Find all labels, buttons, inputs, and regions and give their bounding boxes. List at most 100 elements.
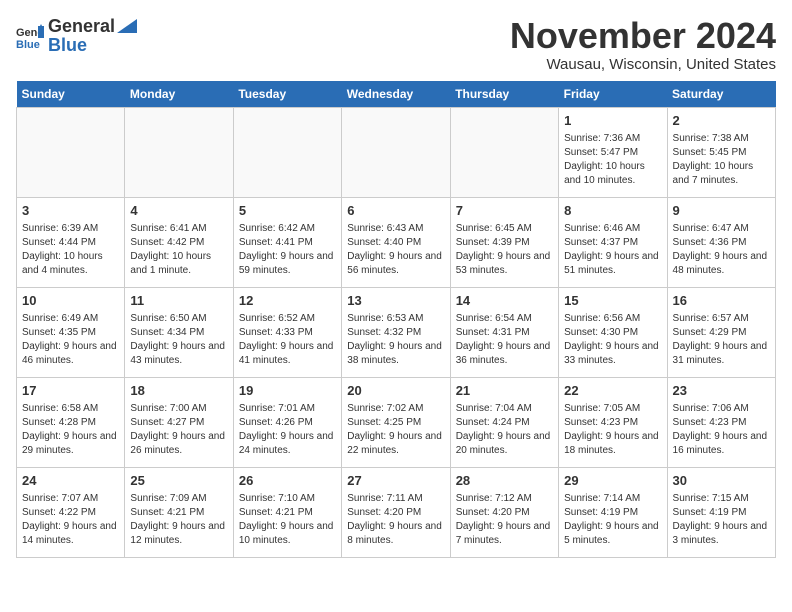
day-info: Sunrise: 6:43 AM Sunset: 4:40 PM Dayligh…: [347, 222, 444, 278]
day-info: Sunrise: 7:01 AM Sunset: 4:26 PM Dayligh…: [239, 402, 336, 458]
day-number: 1: [564, 112, 661, 130]
cell-1-0: 3 Sunrise: 6:39 AM Sunset: 4:44 PM Daylig…: [17, 197, 125, 287]
calendar-body: 1 Sunrise: 7:36 AM Sunset: 5:47 PM Daylig…: [17, 107, 776, 557]
day-info: Sunrise: 6:56 AM Sunset: 4:30 PM Dayligh…: [564, 312, 661, 368]
logo-general: General: [48, 16, 115, 37]
day-info: Sunrise: 6:45 AM Sunset: 4:39 PM Dayligh…: [456, 222, 553, 278]
cell-4-1: 25 Sunrise: 7:09 AM Sunset: 4:21 PM Dayli…: [125, 467, 233, 557]
day-info: Sunrise: 6:54 AM Sunset: 4:31 PM Dayligh…: [456, 312, 553, 368]
day-number: 11: [130, 292, 227, 310]
cell-1-5: 8Sunrise: 6:46 AM Sunset: 4:37 PM Daylig…: [559, 197, 667, 287]
day-info: Sunrise: 6:39 AM Sunset: 4:44 PM Dayligh…: [22, 222, 119, 278]
cell-0-5: 1 Sunrise: 7:36 AM Sunset: 5:47 PM Daylig…: [559, 107, 667, 197]
day-info: Sunrise: 6:57 AM Sunset: 4:29 PM Dayligh…: [673, 312, 770, 368]
day-number: 30: [673, 472, 770, 490]
day-number: 17: [22, 382, 119, 400]
day-info: Sunrise: 7:09 AM Sunset: 4:21 PM Dayligh…: [130, 492, 227, 548]
day-info: Sunrise: 6:47 AM Sunset: 4:36 PM Dayligh…: [673, 222, 770, 278]
logo: General Blue General Blue: [16, 16, 137, 56]
header-row: Sunday Monday Tuesday Wednesday Thursday…: [17, 81, 776, 108]
day-number: 16: [673, 292, 770, 310]
day-number: 5: [239, 202, 336, 220]
day-info: Sunrise: 6:58 AM Sunset: 4:28 PM Dayligh…: [22, 402, 119, 458]
day-number: 19: [239, 382, 336, 400]
col-thursday: Thursday: [450, 81, 558, 108]
cell-2-3: 13 Sunrise: 6:53 AM Sunset: 4:32 PM Dayli…: [342, 287, 450, 377]
cell-3-5: 22Sunrise: 7:05 AM Sunset: 4:23 PM Dayli…: [559, 377, 667, 467]
day-number: 23: [673, 382, 770, 400]
day-number: 15: [564, 292, 661, 310]
day-number: 10: [22, 292, 119, 310]
day-number: 7: [456, 202, 553, 220]
day-number: 3: [22, 202, 119, 220]
day-info: Sunrise: 6:49 AM Sunset: 4:35 PM Dayligh…: [22, 312, 119, 368]
day-info: Sunrise: 7:07 AM Sunset: 4:22 PM Dayligh…: [22, 492, 119, 548]
cell-2-1: 11Sunrise: 6:50 AM Sunset: 4:34 PM Dayli…: [125, 287, 233, 377]
day-number: 26: [239, 472, 336, 490]
cell-4-0: 24 Sunrise: 7:07 AM Sunset: 4:22 PM Dayli…: [17, 467, 125, 557]
logo-icon: General Blue: [16, 22, 44, 50]
day-info: Sunrise: 7:00 AM Sunset: 4:27 PM Dayligh…: [130, 402, 227, 458]
cell-3-0: 17 Sunrise: 6:58 AM Sunset: 4:28 PM Dayli…: [17, 377, 125, 467]
day-info: Sunrise: 6:41 AM Sunset: 4:42 PM Dayligh…: [130, 222, 227, 278]
cell-0-3: [342, 107, 450, 197]
day-info: Sunrise: 7:02 AM Sunset: 4:25 PM Dayligh…: [347, 402, 444, 458]
cell-2-2: 12 Sunrise: 6:52 AM Sunset: 4:33 PM Dayli…: [233, 287, 341, 377]
day-info: Sunrise: 7:36 AM Sunset: 5:47 PM Dayligh…: [564, 132, 661, 188]
day-number: 24: [22, 472, 119, 490]
calendar-header: Sunday Monday Tuesday Wednesday Thursday…: [17, 81, 776, 108]
cell-4-6: 30Sunrise: 7:15 AM Sunset: 4:19 PM Dayli…: [667, 467, 775, 557]
day-number: 29: [564, 472, 661, 490]
week-row-5: 24 Sunrise: 7:07 AM Sunset: 4:22 PM Dayli…: [17, 467, 776, 557]
cell-2-5: 15 Sunrise: 6:56 AM Sunset: 4:30 PM Dayli…: [559, 287, 667, 377]
cell-3-4: 21Sunrise: 7:04 AM Sunset: 4:24 PM Dayli…: [450, 377, 558, 467]
day-info: Sunrise: 7:12 AM Sunset: 4:20 PM Dayligh…: [456, 492, 553, 548]
col-friday: Friday: [559, 81, 667, 108]
month-title: November 2024: [510, 16, 776, 56]
location-text: Wausau, Wisconsin, United States: [510, 56, 776, 73]
logo-blue: Blue: [48, 35, 137, 56]
day-number: 4: [130, 202, 227, 220]
cell-1-1: 4 Sunrise: 6:41 AM Sunset: 4:42 PM Daylig…: [125, 197, 233, 287]
col-monday: Monday: [125, 81, 233, 108]
title-area: November 2024 Wausau, Wisconsin, United …: [510, 16, 776, 73]
day-number: 13: [347, 292, 444, 310]
header: General Blue General Blue November 2024 …: [16, 16, 776, 73]
week-row-1: 1 Sunrise: 7:36 AM Sunset: 5:47 PM Daylig…: [17, 107, 776, 197]
day-info: Sunrise: 7:14 AM Sunset: 4:19 PM Dayligh…: [564, 492, 661, 548]
col-saturday: Saturday: [667, 81, 775, 108]
day-info: Sunrise: 6:53 AM Sunset: 4:32 PM Dayligh…: [347, 312, 444, 368]
day-number: 12: [239, 292, 336, 310]
day-number: 8: [564, 202, 661, 220]
cell-4-2: 26 Sunrise: 7:10 AM Sunset: 4:21 PM Dayli…: [233, 467, 341, 557]
cell-4-5: 29 Sunrise: 7:14 AM Sunset: 4:19 PM Dayli…: [559, 467, 667, 557]
cell-1-6: 9 Sunrise: 6:47 AM Sunset: 4:36 PM Daylig…: [667, 197, 775, 287]
day-number: 14: [456, 292, 553, 310]
svg-text:Blue: Blue: [16, 39, 40, 50]
day-info: Sunrise: 6:52 AM Sunset: 4:33 PM Dayligh…: [239, 312, 336, 368]
cell-0-2: [233, 107, 341, 197]
day-info: Sunrise: 7:10 AM Sunset: 4:21 PM Dayligh…: [239, 492, 336, 548]
day-number: 25: [130, 472, 227, 490]
cell-3-3: 20Sunrise: 7:02 AM Sunset: 4:25 PM Dayli…: [342, 377, 450, 467]
day-number: 28: [456, 472, 553, 490]
col-tuesday: Tuesday: [233, 81, 341, 108]
cell-3-2: 19 Sunrise: 7:01 AM Sunset: 4:26 PM Dayli…: [233, 377, 341, 467]
week-row-2: 3 Sunrise: 6:39 AM Sunset: 4:44 PM Daylig…: [17, 197, 776, 287]
cell-0-4: [450, 107, 558, 197]
col-wednesday: Wednesday: [342, 81, 450, 108]
cell-1-4: 7 Sunrise: 6:45 AM Sunset: 4:39 PM Daylig…: [450, 197, 558, 287]
day-info: Sunrise: 7:05 AM Sunset: 4:23 PM Dayligh…: [564, 402, 661, 458]
cell-1-2: 5Sunrise: 6:42 AM Sunset: 4:41 PM Daylig…: [233, 197, 341, 287]
cell-4-4: 28 Sunrise: 7:12 AM Sunset: 4:20 PM Dayli…: [450, 467, 558, 557]
day-number: 9: [673, 202, 770, 220]
day-number: 21: [456, 382, 553, 400]
day-info: Sunrise: 7:38 AM Sunset: 5:45 PM Dayligh…: [673, 132, 770, 188]
day-info: Sunrise: 7:06 AM Sunset: 4:23 PM Dayligh…: [673, 402, 770, 458]
day-number: 2: [673, 112, 770, 130]
cell-2-0: 10 Sunrise: 6:49 AM Sunset: 4:35 PM Dayli…: [17, 287, 125, 377]
week-row-3: 10 Sunrise: 6:49 AM Sunset: 4:35 PM Dayli…: [17, 287, 776, 377]
cell-3-6: 23 Sunrise: 7:06 AM Sunset: 4:23 PM Dayli…: [667, 377, 775, 467]
day-info: Sunrise: 7:11 AM Sunset: 4:20 PM Dayligh…: [347, 492, 444, 548]
cell-0-1: [125, 107, 233, 197]
